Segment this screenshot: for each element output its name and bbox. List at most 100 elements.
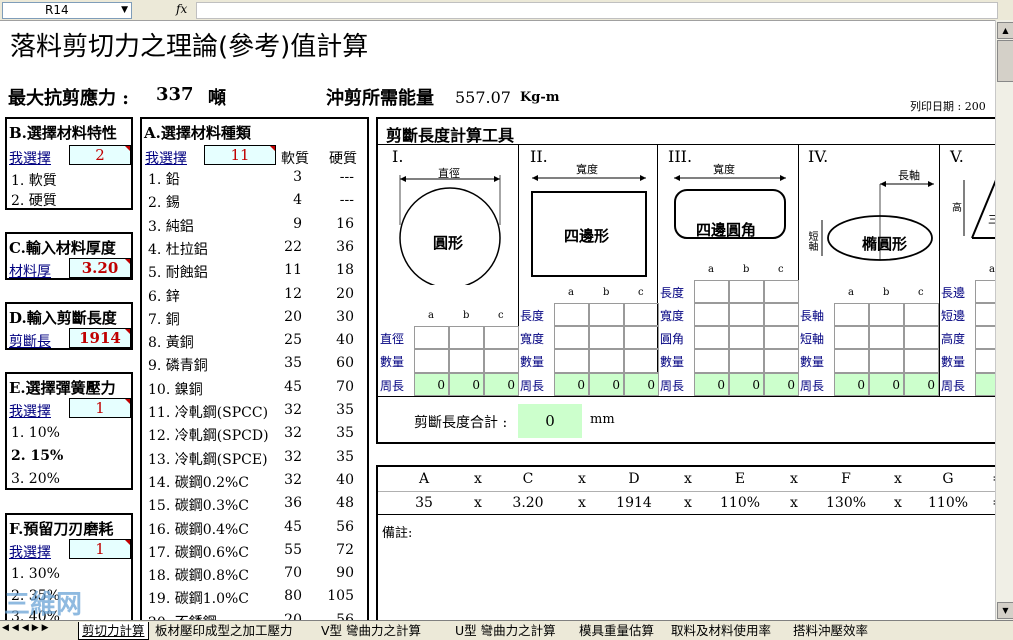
vertical-scrollbar[interactable]: ▲ ▼ (995, 20, 1013, 620)
input-cell[interactable] (834, 302, 869, 327)
circle-shape-icon (399, 175, 501, 285)
material-soft-value: 32 (284, 471, 302, 488)
material-type-input[interactable]: 11 (204, 145, 276, 165)
fx-icon[interactable]: fx (176, 2, 187, 16)
input-cell[interactable] (869, 302, 904, 327)
input-cell[interactable] (729, 302, 764, 327)
sheet-tab[interactable]: 取料及材料使用率 (668, 622, 774, 639)
shape-3-numeral: III. (668, 147, 693, 166)
input-cell[interactable] (554, 302, 589, 327)
panel-thickness: C.輸入材料厚度 材料厚 3.20 (5, 232, 133, 280)
input-cell[interactable] (904, 302, 939, 327)
panel-e-select-label: 我選擇 (9, 404, 51, 420)
column-letter: b (883, 286, 890, 298)
input-cell[interactable] (589, 349, 624, 373)
input-cell[interactable] (764, 302, 799, 327)
option-soft: 1. 軟質 (11, 173, 57, 189)
material-row: 3. 純鋁 9 16 (142, 216, 367, 238)
input-cell[interactable] (834, 326, 869, 350)
chevron-down-icon[interactable]: ▼ (121, 3, 128, 18)
material-row: 14. 碳鋼0.2%C 32 40 (142, 472, 367, 494)
input-cell[interactable] (554, 326, 589, 350)
material-property-input[interactable]: 2 (69, 145, 131, 165)
divider (378, 396, 998, 397)
row-label: 數量 (520, 355, 545, 370)
divider (939, 144, 940, 396)
cut-length-label: 剪斷長 (9, 334, 51, 350)
material-row: 19. 碳鋼1.0%C 80 105 (142, 588, 367, 610)
input-cell[interactable] (554, 349, 589, 373)
energy-label: 沖剪所需能量 (326, 88, 434, 109)
scroll-down-icon[interactable]: ▼ (997, 602, 1013, 619)
input-cell[interactable] (694, 326, 729, 350)
input-cell[interactable] (904, 349, 939, 373)
material-name: 7. 銅 (148, 311, 180, 328)
input-cell[interactable] (764, 349, 799, 373)
row-label: 長邊 (941, 285, 966, 300)
sheet-tab[interactable]: 剪切力計算 (78, 622, 149, 640)
formula-value: 110% (928, 495, 969, 511)
input-cell[interactable] (589, 302, 624, 327)
input-cell[interactable] (624, 302, 659, 327)
input-cell[interactable] (729, 279, 764, 303)
input-cell[interactable] (764, 279, 799, 303)
input-cell[interactable] (624, 326, 659, 350)
tab-nav-icon[interactable]: ◀◀◀▶▶ (2, 623, 52, 633)
scroll-up-icon[interactable]: ▲ (997, 22, 1013, 39)
material-name: 4. 杜拉鋁 (148, 241, 208, 258)
input-cell[interactable] (694, 349, 729, 373)
input-cell[interactable] (729, 349, 764, 373)
formula-value: 110% (720, 495, 761, 511)
panel-f-header: F.預留刀刃磨耗 (9, 520, 114, 538)
material-hard-value: --- (339, 169, 354, 185)
material-hard-value: 20 (336, 285, 354, 302)
energy-unit: Kg-m (520, 90, 560, 105)
shape-4-name: 橢圓形 (862, 235, 908, 253)
formula-input[interactable] (196, 2, 998, 19)
row-label: 長軸 (800, 308, 825, 323)
material-soft-value: 3 (293, 169, 302, 185)
sheet-tab[interactable]: 模具重量估算 (576, 622, 657, 639)
sheet-tab[interactable]: 板材壓印成型之加工壓力 (152, 622, 296, 639)
thickness-input[interactable]: 3.20 (69, 258, 131, 278)
input-cell[interactable] (589, 326, 624, 350)
input-cell[interactable] (694, 279, 729, 303)
input-cell[interactable] (904, 326, 939, 350)
input-cell[interactable] (694, 302, 729, 327)
input-cell[interactable] (869, 349, 904, 373)
sheet-tab[interactable]: V型 彎曲力之計算 (318, 622, 424, 639)
row-label: 短軸 (800, 332, 825, 347)
material-name: 11. 冷軋鋼(SPCC) (148, 405, 269, 421)
cut-length-input[interactable]: 1914 (69, 328, 131, 348)
input-cell[interactable] (414, 326, 449, 350)
input-cell[interactable] (484, 349, 519, 373)
total-value: 0 (518, 404, 582, 438)
input-cell[interactable] (449, 326, 484, 350)
sheet-tab-bar: ◀◀◀▶▶ 剪切力計算 板材壓印成型之加工壓力 V型 彎曲力之計算 U型 彎曲力之計算… (0, 620, 1013, 640)
perimeter-cell: 0 (589, 372, 624, 396)
input-cell[interactable] (834, 349, 869, 373)
material-hard-value: --- (339, 192, 354, 209)
shape-2-numeral: II. (530, 147, 548, 166)
sheet-tab[interactable]: U型 彎曲力之計算 (452, 622, 559, 639)
row-label: 高度 (941, 332, 966, 347)
input-cell[interactable] (484, 326, 519, 350)
input-cell[interactable] (414, 349, 449, 373)
input-cell[interactable] (449, 349, 484, 373)
row-label: 直徑 (380, 332, 405, 347)
input-cell[interactable] (729, 326, 764, 350)
input-cell[interactable] (869, 326, 904, 350)
blade-wear-input[interactable]: 1 (69, 539, 131, 559)
material-hard-value: 36 (336, 238, 354, 255)
material-row: 12. 冷軋鋼(SPCD) 32 35 (142, 425, 367, 447)
material-name: 16. 碳鋼0.4%C (148, 521, 249, 538)
triangle-shape-icon (963, 179, 998, 239)
scroll-thumb[interactable] (997, 40, 1013, 82)
column-letter: b (603, 286, 610, 298)
input-cell[interactable] (624, 349, 659, 373)
input-cell[interactable] (764, 326, 799, 350)
sheet-tab[interactable]: 搭料沖壓效率 (790, 622, 871, 639)
material-soft-value: 45 (284, 518, 302, 535)
name-box[interactable]: R14 ▼ (2, 2, 132, 19)
spring-pressure-input[interactable]: 1 (69, 398, 131, 418)
